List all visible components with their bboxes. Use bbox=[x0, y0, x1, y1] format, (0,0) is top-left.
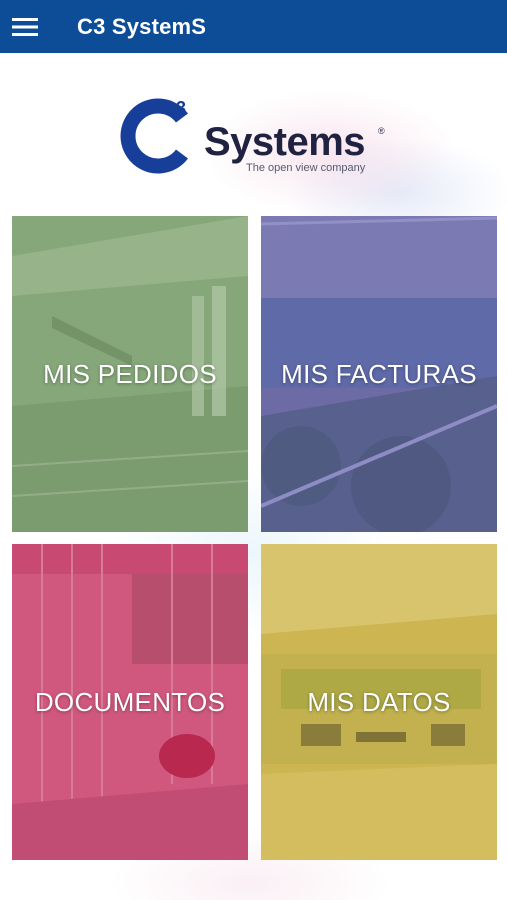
tile-label: MIS FACTURAS bbox=[281, 358, 477, 389]
c3-logo-mark-icon: 3 bbox=[120, 98, 188, 174]
tile-label: MIS PEDIDOS bbox=[43, 358, 217, 389]
logo-wordmark: Systems bbox=[204, 120, 366, 164]
tile-label: MIS DATOS bbox=[307, 686, 451, 717]
logo-registered-mark: ® bbox=[378, 126, 385, 136]
tile-mis-datos[interactable]: MIS DATOS bbox=[261, 544, 497, 860]
tile-mis-facturas[interactable]: MIS FACTURAS bbox=[261, 216, 497, 532]
app-title: C3 SystemS bbox=[77, 13, 207, 39]
company-logo: 3 Systems ® The open view company bbox=[120, 96, 390, 176]
svg-text:3: 3 bbox=[176, 98, 186, 118]
menu-button[interactable] bbox=[0, 0, 50, 53]
logo-tagline: The open view company bbox=[246, 162, 366, 174]
hamburger-menu-icon bbox=[12, 17, 38, 36]
tile-mis-pedidos[interactable]: MIS PEDIDOS bbox=[12, 216, 248, 532]
tile-documentos[interactable]: DOCUMENTOS bbox=[12, 544, 248, 860]
app-bar: C3 SystemS bbox=[0, 0, 507, 53]
tile-label: DOCUMENTOS bbox=[34, 686, 226, 717]
main-content: 3 Systems ® The open view company MIS PE… bbox=[0, 53, 507, 900]
